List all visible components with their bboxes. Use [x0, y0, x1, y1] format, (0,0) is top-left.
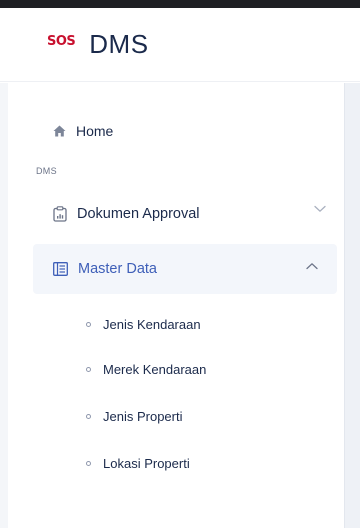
home-icon: [53, 125, 66, 137]
clipboard-chart-icon: [53, 206, 67, 222]
app-name: DMS: [89, 29, 149, 59]
top-bar: [0, 0, 360, 8]
app-viewport: SOS DMS Home DMS Dokumen Approval Master…: [0, 0, 360, 528]
sidebar: Home DMS Dokumen Approval Master Data Je…: [8, 83, 344, 528]
brand-logo: SOS: [47, 34, 76, 49]
submenu-item-merek-kendaraan[interactable]: Merek Kendaraan: [86, 358, 206, 380]
section-label-dms: DMS: [36, 166, 57, 176]
submenu-item-label: Lokasi Properti: [103, 455, 190, 471]
submenu-item-label: Jenis Properti: [103, 408, 183, 424]
sidebar-item-label: Home: [76, 123, 114, 139]
chevron-down-icon[interactable]: [314, 205, 326, 213]
bullet-circle-icon: [86, 366, 91, 372]
content-area-edge: [345, 83, 360, 528]
submenu-item-label: Jenis Kendaraan: [103, 316, 201, 332]
sidebar-item-label: Master Data: [78, 261, 157, 277]
bullet-circle-icon: [86, 321, 91, 327]
chevron-up-icon[interactable]: [306, 262, 318, 270]
list-panel-icon: [53, 262, 68, 276]
bullet-circle-icon: [86, 413, 91, 419]
sidebar-item-dokumen-approval[interactable]: Dokumen Approval: [53, 202, 326, 226]
submenu-item-lokasi-properti[interactable]: Lokasi Properti: [86, 452, 190, 474]
brand-header[interactable]: SOS DMS: [0, 8, 360, 82]
left-edge-strip: [0, 83, 8, 528]
sidebar-item-label: Dokumen Approval: [77, 206, 200, 222]
sidebar-item-home[interactable]: Home: [53, 119, 113, 143]
bullet-circle-icon: [86, 460, 91, 466]
sidebar-item-master-data[interactable]: Master Data: [33, 244, 337, 294]
submenu-item-label: Merek Kendaraan: [103, 361, 207, 377]
submenu-item-jenis-kendaraan[interactable]: Jenis Kendaraan: [86, 313, 201, 335]
submenu-item-jenis-properti[interactable]: Jenis Properti: [86, 405, 182, 427]
